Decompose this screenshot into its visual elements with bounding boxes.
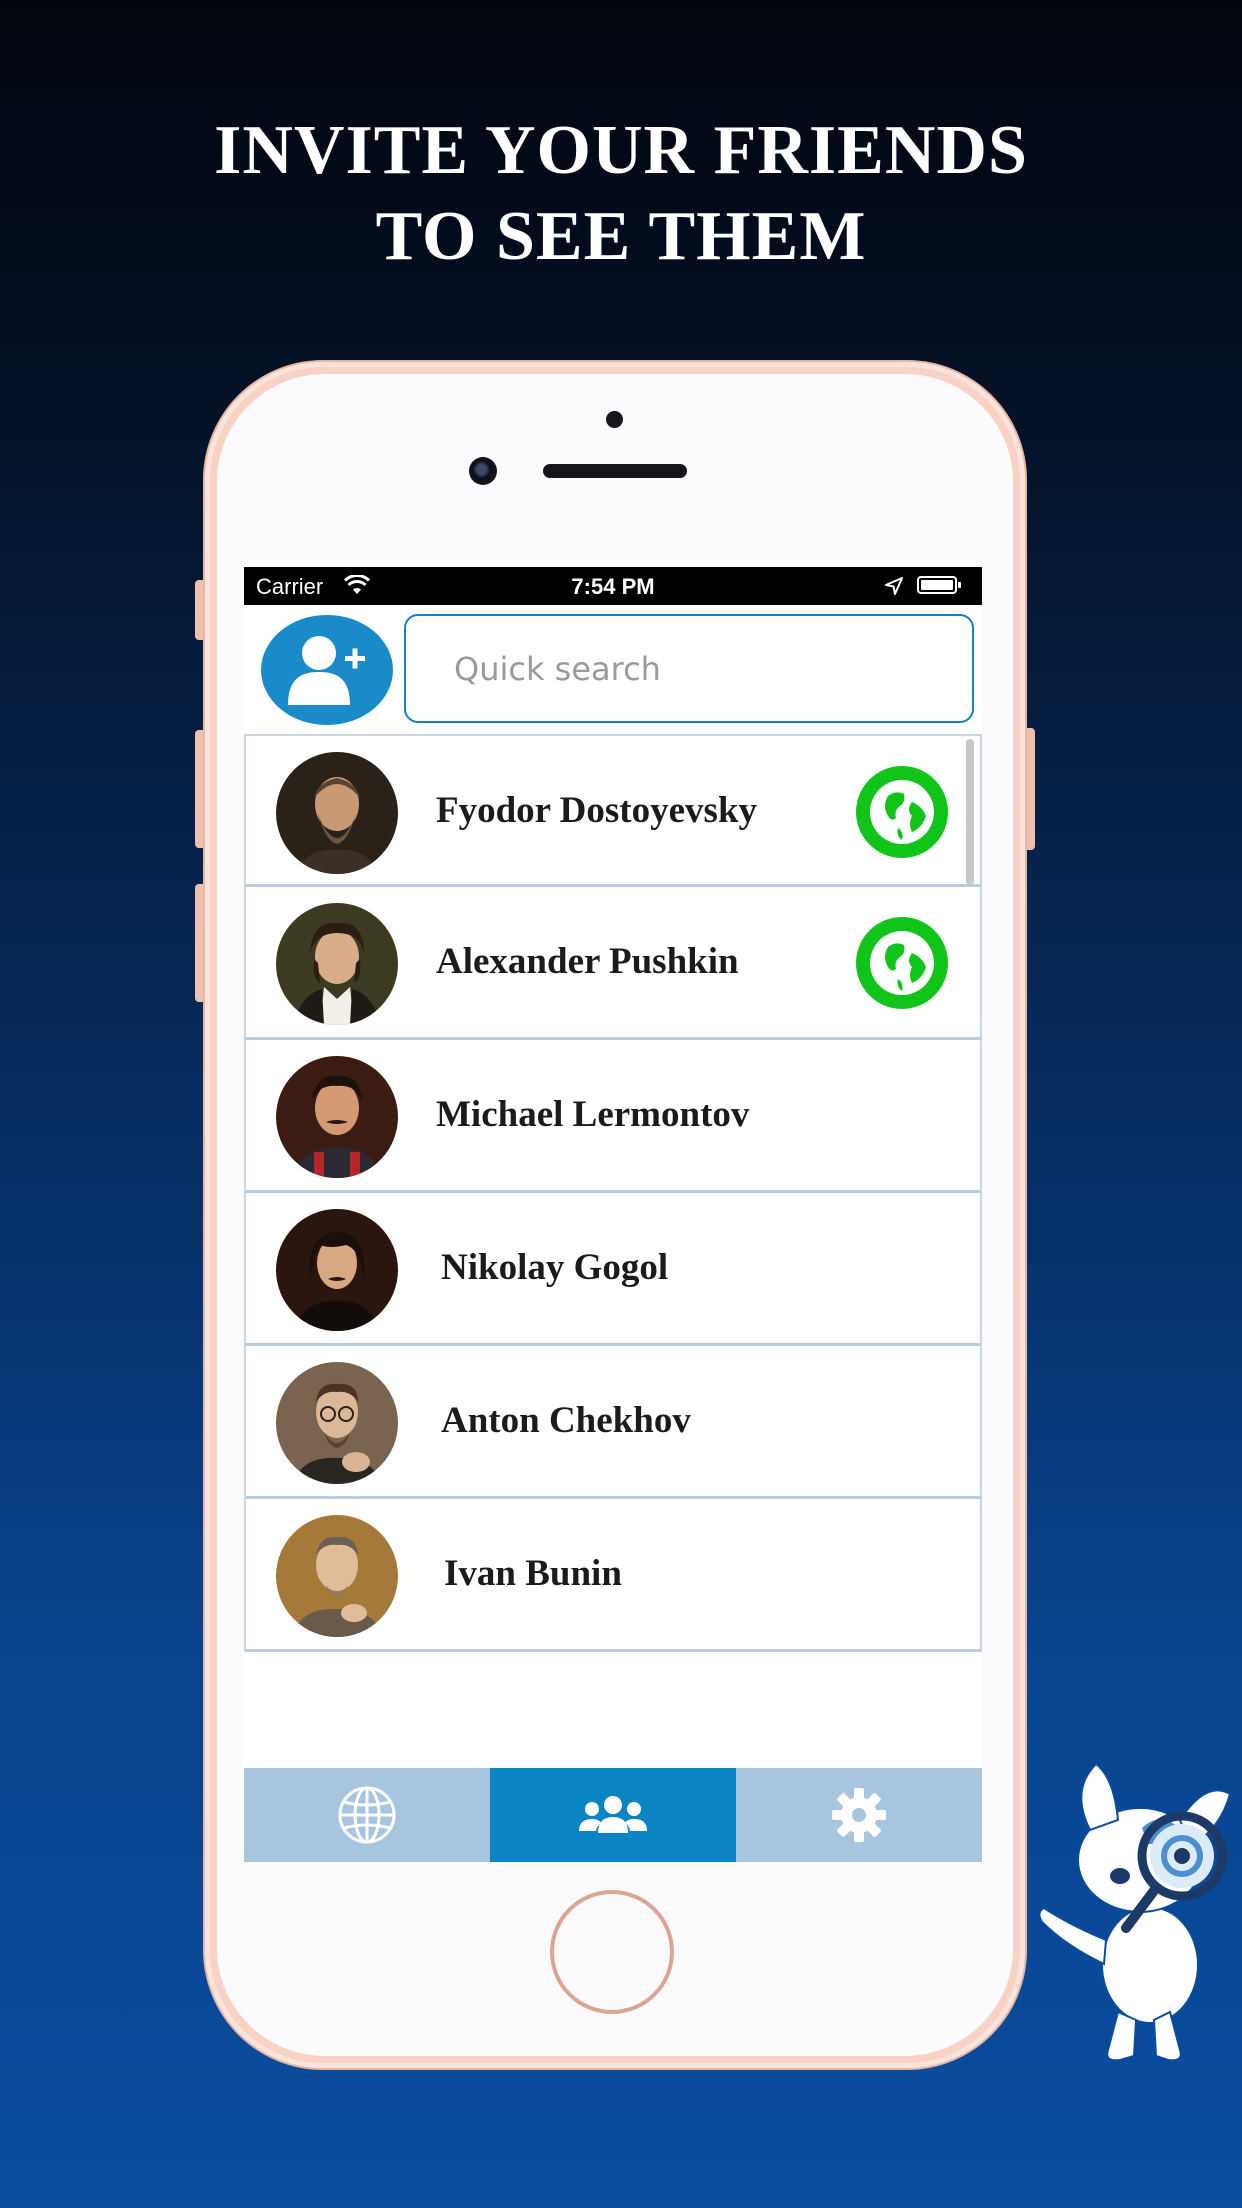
avatar (276, 752, 398, 874)
app-screen: Carrier 7:54 PM Quick search Fyodor Dost… (244, 567, 982, 1862)
online-globe-badge[interactable] (856, 766, 948, 858)
tab-bar (244, 1768, 982, 1862)
list-item[interactable]: Nikolay Gogol (244, 1193, 982, 1346)
list-item[interactable]: Ivan Bunin (244, 1499, 982, 1652)
status-bar: Carrier 7:54 PM (244, 567, 982, 605)
tab-globe[interactable] (244, 1768, 490, 1862)
quick-search-input[interactable] (404, 614, 974, 723)
list-item[interactable]: Anton Chekhov (244, 1346, 982, 1499)
contact-name: Michael Lermontov (436, 1094, 750, 1135)
contact-name: Anton Chekhov (441, 1400, 691, 1441)
list-item[interactable]: Michael Lermontov (244, 1040, 982, 1193)
globe-icon (870, 931, 934, 995)
avatar (276, 1209, 398, 1331)
add-friend-button[interactable] (261, 615, 393, 725)
list-item[interactable]: Fyodor Dostoyevsky (244, 734, 982, 887)
avatar (276, 1362, 398, 1484)
globe-icon (338, 1786, 396, 1844)
people-icon (579, 1796, 647, 1833)
headline-line-1: INVITE YOUR FRIENDS (214, 112, 1028, 189)
home-button[interactable] (550, 1890, 674, 2014)
location-arrow-icon (885, 577, 903, 595)
avatar (276, 903, 398, 1025)
online-globe-badge[interactable] (856, 917, 948, 1009)
contact-name: Alexander Pushkin (436, 941, 739, 982)
globe-icon (870, 780, 934, 844)
front-camera (469, 457, 497, 485)
headline-line-2: TO SEE THEM (375, 198, 867, 275)
list-item[interactable]: Alexander Pushkin (244, 887, 982, 1040)
contact-name: Fyodor Dostoyevsky (436, 790, 758, 831)
battery-icon (917, 576, 961, 594)
proximity-sensor (606, 411, 623, 428)
earpiece-speaker (543, 464, 687, 478)
friends-list: Fyodor Dostoyevsky Alexander Pushkin Mic… (244, 734, 982, 1652)
contact-name: Ivan Bunin (444, 1553, 622, 1594)
avatar (276, 1515, 398, 1637)
dog-mascot-illustration (1038, 1762, 1232, 2062)
status-time: 7:54 PM (571, 574, 655, 599)
contact-name: Nikolay Gogol (441, 1247, 669, 1288)
headline: INVITE YOUR FRIENDS TO SEE THEM (0, 108, 1242, 280)
gear-icon (832, 1788, 886, 1842)
tab-settings[interactable] (736, 1768, 982, 1862)
tab-friends[interactable] (490, 1768, 736, 1862)
avatar (276, 1056, 398, 1178)
list-scrollbar[interactable] (966, 739, 974, 885)
add-user-icon (288, 636, 365, 705)
